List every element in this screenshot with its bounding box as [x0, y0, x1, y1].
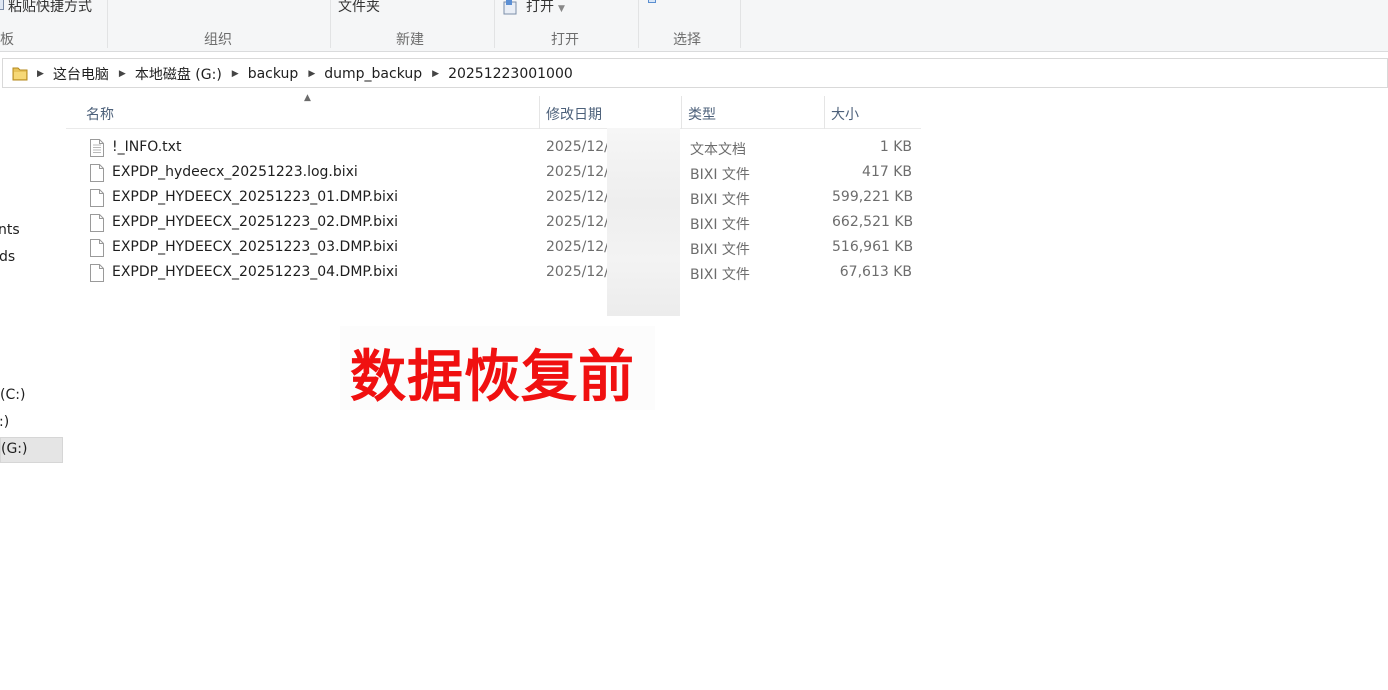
file-list: !_INFO.txt 2025/12/文本文档 1 KB EXPDP_hydeecx_…: [66, 136, 921, 286]
address-bar[interactable]: ▶ 这台电脑 ▶ 本地磁盘 (G:) ▶ backup ▶ dump_backu…: [2, 58, 1388, 88]
nav-item-drive-c[interactable]: (C:): [0, 387, 25, 403]
overlay-caption: 数据恢复前: [350, 344, 635, 410]
ribbon-divider: [740, 0, 741, 48]
column-header-row: ▲ 名称 修改日期 类型 大小: [66, 93, 921, 129]
file-icon: [90, 189, 104, 207]
paste-shortcut-button[interactable]: 粘贴快捷方式: [8, 0, 92, 16]
file-type: BIXI 文件: [690, 217, 750, 233]
file-name: !_INFO.txt: [112, 139, 182, 155]
breadcrumb-current-folder[interactable]: 20251223001000: [448, 66, 573, 82]
file-size: 417 KB: [862, 164, 912, 180]
group-label-organize: 组织: [204, 32, 232, 48]
breadcrumb: ▶ 这台电脑 ▶ 本地磁盘 (G:) ▶ backup ▶ dump_backu…: [37, 64, 583, 84]
file-row[interactable]: EXPDP_HYDEECX_20251223_03.DMP.bixi 2025/1…: [66, 236, 921, 261]
ribbon-divider: [107, 0, 108, 48]
file-row[interactable]: EXPDP_HYDEECX_20251223_04.DMP.bixi 2025/1…: [66, 261, 921, 286]
chevron-down-icon: ▼: [558, 4, 565, 14]
file-icon: [90, 264, 104, 282]
file-size: 1 KB: [879, 139, 912, 155]
ribbon-divider: [494, 0, 495, 48]
file-name: EXPDP_hydeecx_20251223.log.bixi: [112, 164, 358, 180]
file-size: 599,221 KB: [832, 189, 914, 205]
breadcrumb-chevron-icon[interactable]: ▶: [308, 69, 315, 79]
breadcrumb-chevron-icon[interactable]: ▶: [119, 69, 126, 79]
file-date: 2025/12/: [546, 239, 609, 255]
file-icon: [90, 214, 104, 232]
file-name: EXPDP_HYDEECX_20251223_03.DMP.bixi: [112, 239, 399, 255]
file-name: EXPDP_HYDEECX_20251223_01.DMP.bixi: [112, 189, 399, 205]
ribbon-divider: [638, 0, 639, 48]
nav-item-documents[interactable]: nts: [0, 222, 20, 238]
file-type: BIXI 文件: [690, 167, 750, 183]
ribbon: 粘贴快捷方式 文件夹 打开 ▼ 板 组织 新建 打开 选择: [0, 0, 1388, 52]
file-type: 文本文档: [690, 142, 746, 158]
file-name: EXPDP_HYDEECX_20251223_02.DMP.bixi: [112, 214, 399, 230]
file-date: 2025/12/: [546, 214, 609, 230]
new-folder-button[interactable]: 文件夹: [338, 0, 380, 16]
file-date: 2025/12/: [546, 164, 609, 180]
breadcrumb-dump-backup[interactable]: dump_backup: [324, 66, 422, 82]
nav-item-drive-g[interactable]: (G:): [0, 437, 63, 463]
file-icon: [90, 164, 104, 182]
group-label-new: 新建: [396, 32, 424, 48]
file-date: 2025/12/: [546, 189, 609, 205]
navigation-pane: nts ds (C:) :) (G:): [0, 90, 64, 690]
nav-item-drive[interactable]: :): [0, 414, 9, 430]
breadcrumb-this-pc[interactable]: 这台电脑: [53, 64, 109, 84]
file-row[interactable]: EXPDP_hydeecx_20251223.log.bixi 2025/12/B…: [66, 161, 921, 186]
file-size: 67,613 KB: [839, 264, 912, 280]
breadcrumb-drive-g[interactable]: 本地磁盘 (G:): [135, 64, 222, 84]
open-button[interactable]: 打开 ▼: [526, 0, 565, 16]
group-label-clipboard: 板: [0, 32, 14, 48]
file-size: 516,961 KB: [832, 239, 914, 255]
redaction-blur: [607, 128, 680, 316]
group-label-open: 打开: [551, 32, 579, 48]
text-file-icon: [90, 139, 104, 157]
file-date: 2025/12/: [546, 139, 609, 155]
group-label-select: 选择: [673, 32, 701, 48]
breadcrumb-backup[interactable]: backup: [248, 66, 299, 82]
paste-shortcut-icon: [0, 0, 4, 10]
file-type: BIXI 文件: [690, 242, 750, 258]
file-type: BIXI 文件: [690, 267, 750, 283]
select-icon: [648, 0, 656, 3]
column-header-date[interactable]: 修改日期: [540, 96, 682, 129]
column-header-type[interactable]: 类型: [682, 96, 825, 129]
file-row[interactable]: EXPDP_HYDEECX_20251223_02.DMP.bixi 2025/1…: [66, 211, 921, 236]
breadcrumb-chevron-icon[interactable]: ▶: [432, 69, 439, 79]
file-type: BIXI 文件: [690, 192, 750, 208]
file-date: 2025/12/: [546, 264, 609, 280]
breadcrumb-chevron-icon[interactable]: ▶: [37, 69, 44, 79]
column-header-size[interactable]: 大小: [825, 96, 921, 129]
nav-item-downloads[interactable]: ds: [0, 249, 15, 265]
column-header-name[interactable]: 名称: [80, 96, 540, 129]
file-row[interactable]: !_INFO.txt 2025/12/文本文档 1 KB: [66, 136, 921, 161]
open-icon: [503, 0, 517, 15]
breadcrumb-chevron-icon[interactable]: ▶: [232, 69, 239, 79]
file-size: 662,521 KB: [832, 214, 914, 230]
folder-icon: [12, 67, 28, 81]
overlay-caption-box: 数据恢复前: [340, 326, 655, 410]
ribbon-divider: [330, 0, 331, 48]
file-name: EXPDP_HYDEECX_20251223_04.DMP.bixi: [112, 264, 399, 280]
file-row[interactable]: EXPDP_HYDEECX_20251223_01.DMP.bixi 2025/1…: [66, 186, 921, 211]
file-icon: [90, 239, 104, 257]
